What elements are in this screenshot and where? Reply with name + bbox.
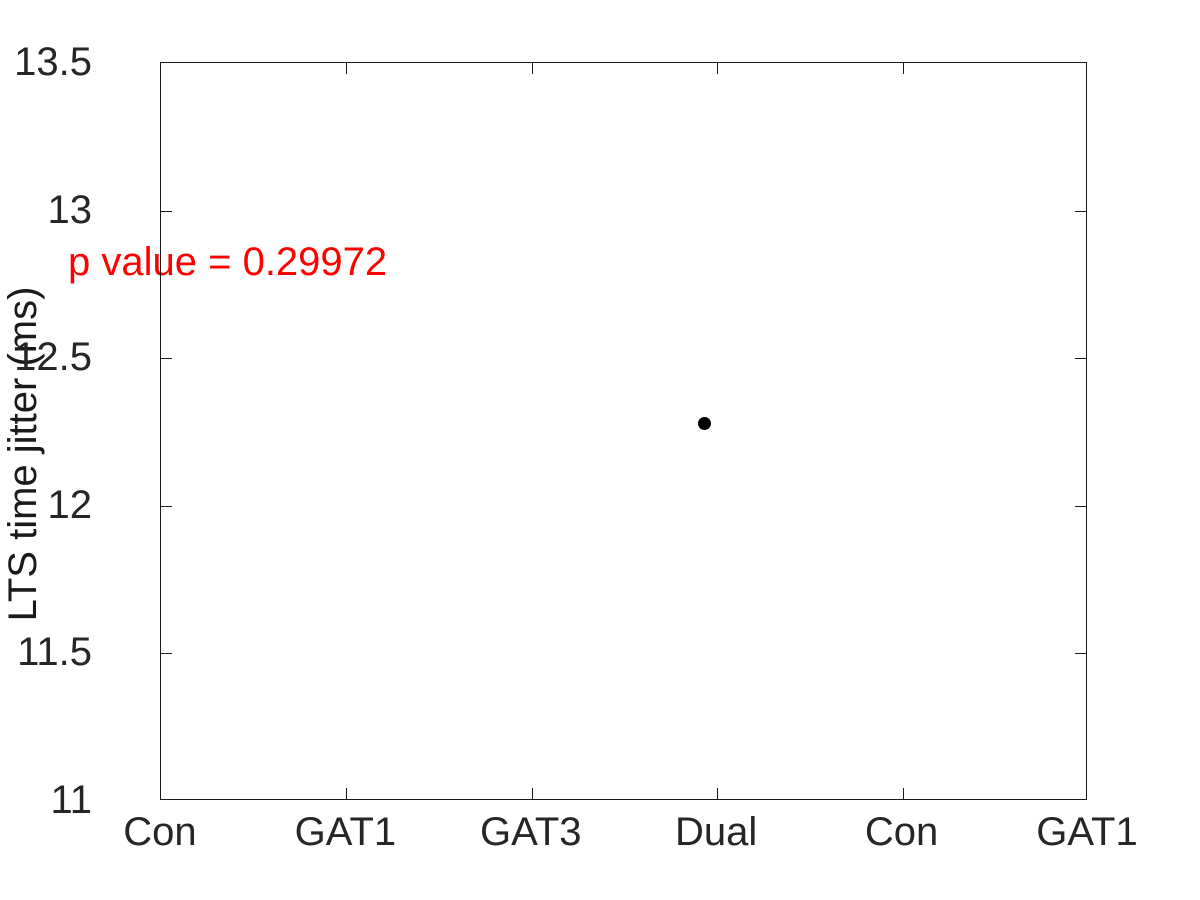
- x-tick-mark-top-2: [531, 63, 533, 74]
- y-tick-label-3: 12: [47, 482, 93, 527]
- y-tick-mark-right-3: [1075, 505, 1086, 507]
- figure-canvas: LTS time jitter (ms) 13.5 13 12.5 12 11.5 11 …: [0, 0, 1200, 900]
- y-tick-label-4: 11.5: [17, 630, 92, 675]
- x-tick-label-5: GAT1: [1036, 810, 1138, 854]
- x-tick-mark-top-3: [717, 63, 719, 74]
- x-tick-mark-bottom-4: [902, 788, 904, 799]
- y-tick-mark-left-4: [161, 653, 172, 655]
- x-tick-mark-top-1: [346, 63, 348, 74]
- y-tick-mark-right-4: [1075, 653, 1086, 655]
- y-tick-mark-left-2: [161, 358, 172, 360]
- x-tick-mark-bottom-1: [346, 788, 348, 799]
- y-tick-mark-left-3: [161, 505, 172, 507]
- y-tick-mark-left-1: [161, 210, 172, 212]
- y-tick-label-1: 13: [47, 187, 93, 232]
- x-tick-mark-top-4: [902, 63, 904, 74]
- y-tick-label-0: 13.5: [14, 40, 92, 84]
- plot-area: [160, 62, 1087, 800]
- y-tick-mark-right-1: [1075, 210, 1086, 212]
- x-tick-mark-bottom-2: [531, 788, 533, 799]
- y-tick-mark-right-2: [1075, 358, 1086, 360]
- data-point: [697, 416, 711, 430]
- x-tick-mark-bottom-3: [717, 788, 719, 799]
- y-tick-label-2: 12.5: [14, 335, 92, 380]
